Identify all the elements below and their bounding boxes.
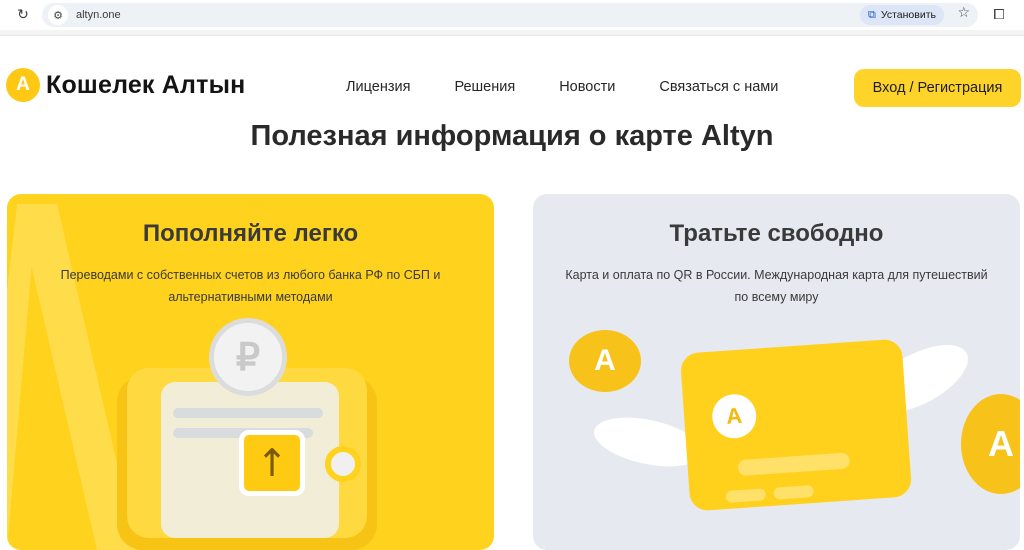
address-bar[interactable]: ⚙ altyn.one ⧉ Установить ☆	[42, 3, 978, 27]
browser-toolbar: ↻ ⚙ altyn.one ⧉ Установить ☆ ⧠	[0, 0, 1024, 30]
logo-text: Кошелек Алтын	[46, 70, 246, 99]
nav-item-news[interactable]: Новости	[559, 79, 615, 95]
card-spend: Тратьте свободно Карта и оплата по QR в …	[533, 194, 1020, 550]
nav-item-contact[interactable]: Связаться с нами	[659, 79, 778, 95]
card-stripe	[725, 488, 767, 504]
login-register-button[interactable]: Вход / Регистрация	[854, 69, 1021, 107]
wallet-clasp	[325, 446, 361, 482]
nav-item-solutions[interactable]: Решения	[454, 79, 515, 95]
card-title: Пополняйте легко	[142, 220, 359, 247]
extensions-icon[interactable]: ⧠	[988, 4, 1010, 26]
arrow-up-icon: ↑	[239, 430, 305, 496]
main-nav: Лицензия Решения Новости Связаться с нам…	[346, 79, 822, 95]
logo-mark-icon: A	[6, 68, 40, 102]
card-stripe	[737, 452, 851, 477]
site-header: A Кошелек Алтын Лицензия Решения Новости…	[0, 60, 1024, 114]
card-top-up: Пополняйте легко Переводами с собственны…	[7, 194, 494, 550]
payment-card-illustration: A	[679, 338, 913, 512]
url-text[interactable]: altyn.one	[76, 9, 121, 21]
site-settings-icon[interactable]: ⚙	[48, 5, 68, 25]
ruble-coin-icon: ₽	[209, 318, 287, 396]
install-app-label: Установить	[880, 9, 936, 21]
card-title: Тратьте свободно	[669, 220, 884, 247]
bookmark-star-icon[interactable]: ☆	[957, 5, 970, 21]
install-app-icon: ⧉	[868, 8, 876, 21]
section-title: Полезная информация о карте Altyn	[250, 120, 774, 152]
install-app-button[interactable]: ⧉ Установить	[860, 5, 944, 25]
altyn-coin-icon: A	[961, 394, 1020, 494]
card-description: Карта и оплата по QR в России. Междунаро…	[565, 268, 988, 304]
toolbar-divider	[0, 30, 1024, 36]
nav-item-license[interactable]: Лицензия	[346, 79, 410, 95]
card-description: Переводами с собственных счетов из любог…	[60, 268, 441, 304]
card-stripe	[773, 484, 815, 500]
logo[interactable]: A Кошелек Алтын	[6, 68, 245, 102]
altyn-coin-icon: A	[569, 330, 641, 392]
altyn-badge-icon: A	[710, 392, 758, 440]
reload-icon[interactable]: ↻	[12, 4, 34, 26]
